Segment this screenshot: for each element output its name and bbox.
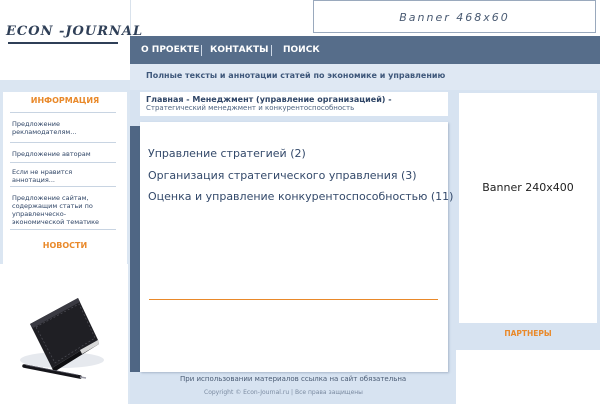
sidebar-divider — [10, 112, 116, 113]
side-banner[interactable]: Banner 240x400 — [459, 93, 597, 323]
breadcrumb-path[interactable]: Главная - Менеджмент (управление организ… — [146, 95, 392, 104]
sidebar-divider — [10, 142, 116, 143]
sidebar-divider — [10, 229, 116, 230]
sidebar-divider — [10, 186, 116, 187]
category-link-competitiveness[interactable]: Оценка и управление конкурентоспособност… — [148, 190, 453, 203]
site-logo[interactable]: ECON -JOURNAL — [6, 24, 142, 39]
sidebar-divider — [10, 162, 116, 163]
nav-search[interactable]: ПОИСК — [283, 36, 320, 64]
top-banner[interactable]: Banner 468x60 — [313, 0, 596, 33]
sidebar-link-annotation[interactable]: Если не нравится аннотация... — [12, 168, 116, 184]
category-link-strategy-organization[interactable]: Организация стратегического управления (… — [148, 169, 417, 182]
nav-separator — [271, 45, 272, 56]
content-divider — [149, 299, 438, 300]
nav-separator — [201, 45, 202, 56]
nav-contacts[interactable]: КОНТАКТЫ — [210, 36, 268, 64]
category-link-strategy-management[interactable]: Управление стратегией (2) — [148, 147, 306, 160]
content-side-bar — [130, 126, 140, 372]
partners-heading[interactable]: ПАРТНЕРЫ — [459, 329, 597, 338]
breadcrumb-current: Стратегический менеджмент и конкурентосп… — [146, 104, 355, 112]
notebook-image — [0, 264, 128, 404]
site-tagline: Полные тексты и аннотации статей по экон… — [146, 71, 446, 80]
footer-note: При использовании материалов ссылка на с… — [180, 375, 407, 383]
info-heading: ИНФОРМАЦИЯ — [30, 96, 100, 105]
main-nav: О ПРОЕКТЕ КОНТАКТЫ ПОИСК — [130, 36, 600, 64]
sidebar-link-sites[interactable]: Предложение сайтам, содержащим статьи по… — [12, 194, 116, 226]
sidebar-link-authors[interactable]: Предложение авторам — [12, 150, 116, 158]
logo-container[interactable] — [0, 0, 131, 80]
copyright-text: Copyright © Econ-Journal.ru | Все права … — [204, 389, 363, 396]
news-heading[interactable]: НОВОСТИ — [3, 241, 127, 250]
notebook-illustration-icon — [20, 298, 104, 379]
logo-underline — [8, 42, 118, 44]
nav-about[interactable]: О ПРОЕКТЕ — [141, 36, 199, 64]
sidebar-link-advertisers[interactable]: Предложение рекламодателям... — [12, 120, 116, 136]
